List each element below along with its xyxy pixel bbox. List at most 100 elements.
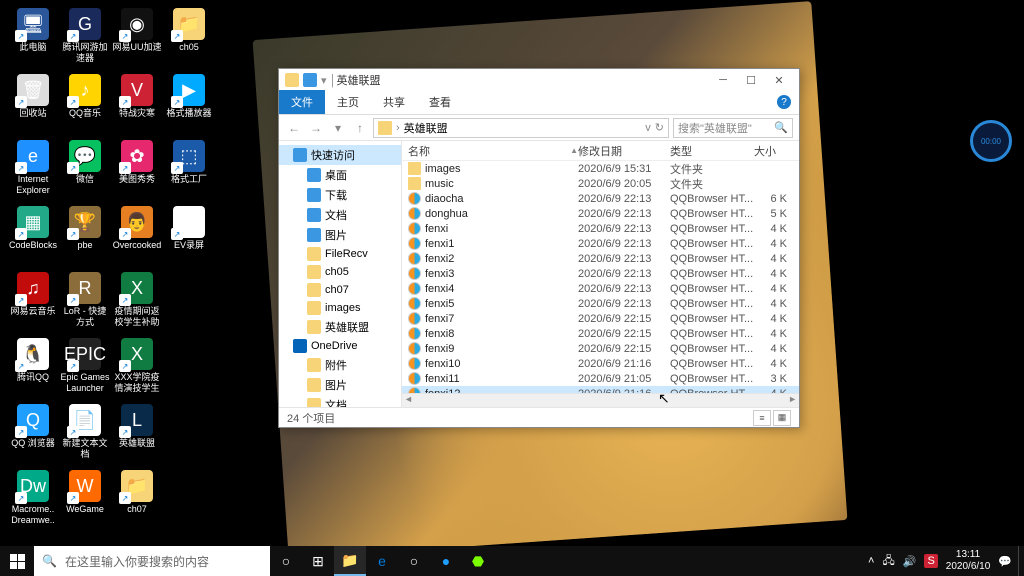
nav-recent-button[interactable]: ▾ [329,119,347,137]
desktop-icon[interactable]: EVEV录屏 [164,206,214,268]
nav-tree-item[interactable]: 图片 [279,375,401,395]
tab-file[interactable]: 文件 [279,90,325,114]
path-segment[interactable]: 英雄联盟 [404,120,448,136]
file-row[interactable]: fenxi112020/6/9 21:05QQBrowser HT...3 K [402,371,799,386]
desktop-icon[interactable]: 📁ch05 [164,8,214,70]
desktop-icon[interactable]: RLoR - 快捷方式 [60,272,110,334]
nav-forward-button[interactable]: → [307,119,325,137]
taskbar-app-button[interactable]: ○ [398,546,430,576]
desktop-icon[interactable]: 👨Overcooked [112,206,162,268]
start-button[interactable] [0,546,34,576]
taskbar-explorer-button[interactable]: 📁 [334,546,366,576]
cortana-button[interactable]: ○ [270,546,302,576]
col-name[interactable]: 名称 [408,143,430,159]
taskbar-app-button[interactable]: ⬣ [462,546,494,576]
nav-tree-item[interactable]: 图片 [279,225,401,245]
view-details-button[interactable]: ≡ [753,410,771,426]
column-headers[interactable]: 名称▲ 修改日期 类型 大小 [402,141,799,161]
file-row[interactable]: fenxi22020/6/9 22:13QQBrowser HT...4 K [402,251,799,266]
close-button[interactable]: ✕ [765,69,793,91]
nav-tree-item[interactable]: 附件 [279,355,401,375]
nav-tree-item[interactable]: OneDrive [279,337,401,355]
col-size[interactable]: 大小 [754,143,799,159]
file-row[interactable]: fenxi12020/6/9 22:13QQBrowser HT...4 K [402,236,799,251]
file-row[interactable]: images2020/6/9 15:31文件夹 [402,161,799,176]
file-row[interactable]: fenxi102020/6/9 21:16QQBrowser HT...4 K [402,356,799,371]
desktop-icon[interactable]: ▶格式播放器 [164,74,214,136]
file-row[interactable]: fenxi82020/6/9 22:15QQBrowser HT...4 K [402,326,799,341]
task-view-button[interactable]: ⊞ [302,546,334,576]
desktop-icon[interactable]: XXXX学院疫情演技学生返... [112,338,162,400]
nav-tree-item[interactable]: 桌面 [279,165,401,185]
view-icons-button[interactable]: ▦ [773,410,791,426]
search-input[interactable]: 搜索"英雄联盟" 🔍 [673,118,793,138]
desktop-icon[interactable]: 🐧腾讯QQ [8,338,58,400]
nav-tree-item[interactable]: ch05 [279,263,401,281]
desktop-icon[interactable]: 🏆pbe [60,206,110,268]
desktop-icon[interactable]: X疫情期间返校学生补助发... [112,272,162,334]
nav-up-button[interactable]: ↑ [351,119,369,137]
quick-access-icon[interactable] [303,73,317,87]
file-row[interactable]: fenxi92020/6/9 22:15QQBrowser HT...4 K [402,341,799,356]
desktop-icon[interactable]: 📄新建文本文档 [60,404,110,466]
desktop-icon[interactable]: 🗑回收站 [8,74,58,136]
taskbar-edge-button[interactable]: e [366,546,398,576]
tab-share[interactable]: 共享 [371,90,417,114]
tray-chevron-up-icon[interactable]: ˄ [868,555,874,567]
file-row[interactable]: fenxi32020/6/9 22:13QQBrowser HT...4 K [402,266,799,281]
desktop-icon[interactable]: V特战灾寒 [112,74,162,136]
desktop-icon[interactable]: EPICEpic Games Launcher [60,338,110,400]
navigation-tree[interactable]: 快速访问桌面下载文档图片FileRecvch05ch07images英雄联盟On… [279,141,402,407]
nav-tree-item[interactable]: ch07 [279,281,401,299]
file-row[interactable]: fenxi52020/6/9 22:13QQBrowser HT...4 K [402,296,799,311]
file-row[interactable]: music2020/6/9 20:05文件夹 [402,176,799,191]
file-row[interactable]: diaocha2020/6/9 22:13QQBrowser HT...6 K [402,191,799,206]
horizontal-scrollbar[interactable] [402,393,799,407]
desktop-icon[interactable]: 💬微信 [60,140,110,202]
desktop-icon[interactable]: ◉网易UU加速 [112,8,162,70]
help-button[interactable]: ? [777,95,791,109]
taskbar-search-input[interactable]: 🔍 在这里输入你要搜索的内容 [34,546,270,576]
taskbar-app-button[interactable]: ● [430,546,462,576]
desktop-icon[interactable]: G腾讯网游加速器 [60,8,110,70]
desktop-icon[interactable]: WWeGame [60,470,110,532]
notifications-button[interactable]: 💬 [998,555,1012,568]
desktop-icon[interactable]: ✿美图秀秀 [112,140,162,202]
file-row[interactable]: donghua2020/6/9 22:13QQBrowser HT...5 K [402,206,799,221]
tray-network-icon[interactable]: 🖧 [882,552,894,571]
tab-view[interactable]: 查看 [417,90,463,114]
desktop-icon[interactable]: DwMacrome.. Dreamwe.. [8,470,58,532]
nav-tree-item[interactable]: 文档 [279,205,401,225]
desktop-icon[interactable]: eInternet Explorer [8,140,58,202]
file-row[interactable]: fenxi122020/6/9 21:16QQBrowser HT...4 K [402,386,799,393]
desktop-icon[interactable]: QQQ 浏览器 [8,404,58,466]
desktop-icon[interactable]: ▦CodeBlocks [8,206,58,268]
address-bar[interactable]: › 英雄联盟 v ↻ [373,118,669,138]
desktop-icon[interactable]: L英雄联盟 [112,404,162,466]
desktop-icon[interactable]: 🖥此电脑 [8,8,58,70]
tab-home[interactable]: 主页 [325,90,371,114]
file-row[interactable]: fenxi72020/6/9 22:15QQBrowser HT...4 K [402,311,799,326]
maximize-button[interactable]: ☐ [737,69,765,91]
nav-tree-item[interactable]: 下载 [279,185,401,205]
nav-tree-item[interactable]: 快速访问 [279,145,401,165]
desktop-icon[interactable]: 📁ch07 [112,470,162,532]
col-type[interactable]: 类型 [670,143,754,159]
nav-tree-item[interactable]: images [279,299,401,317]
desktop-icon[interactable]: ♪QQ音乐 [60,74,110,136]
show-desktop-button[interactable] [1018,546,1024,576]
nav-tree-item[interactable]: 英雄联盟 [279,317,401,337]
tray-volume-icon[interactable]: 🔊 [903,555,917,568]
desktop-icon[interactable]: ⬚格式工厂 [164,140,214,202]
tray-ime-icon[interactable]: S [924,554,937,568]
taskbar-clock[interactable]: 13:11 2020/6/10 [946,549,991,573]
window-titlebar[interactable]: ▾ │ 英雄联盟 ─ ☐ ✕ [279,69,799,91]
file-rows[interactable]: images2020/6/9 15:31文件夹music2020/6/9 20:… [402,161,799,393]
desktop-icon[interactable]: ♫网易云音乐 [8,272,58,334]
file-row[interactable]: fenxi2020/6/9 22:13QQBrowser HT...4 K [402,221,799,236]
minimize-button[interactable]: ─ [709,69,737,91]
nav-tree-item[interactable]: FileRecv [279,245,401,263]
nav-tree-item[interactable]: 文档 [279,395,401,407]
file-row[interactable]: fenxi42020/6/9 22:13QQBrowser HT...4 K [402,281,799,296]
nav-back-button[interactable]: ← [285,119,303,137]
